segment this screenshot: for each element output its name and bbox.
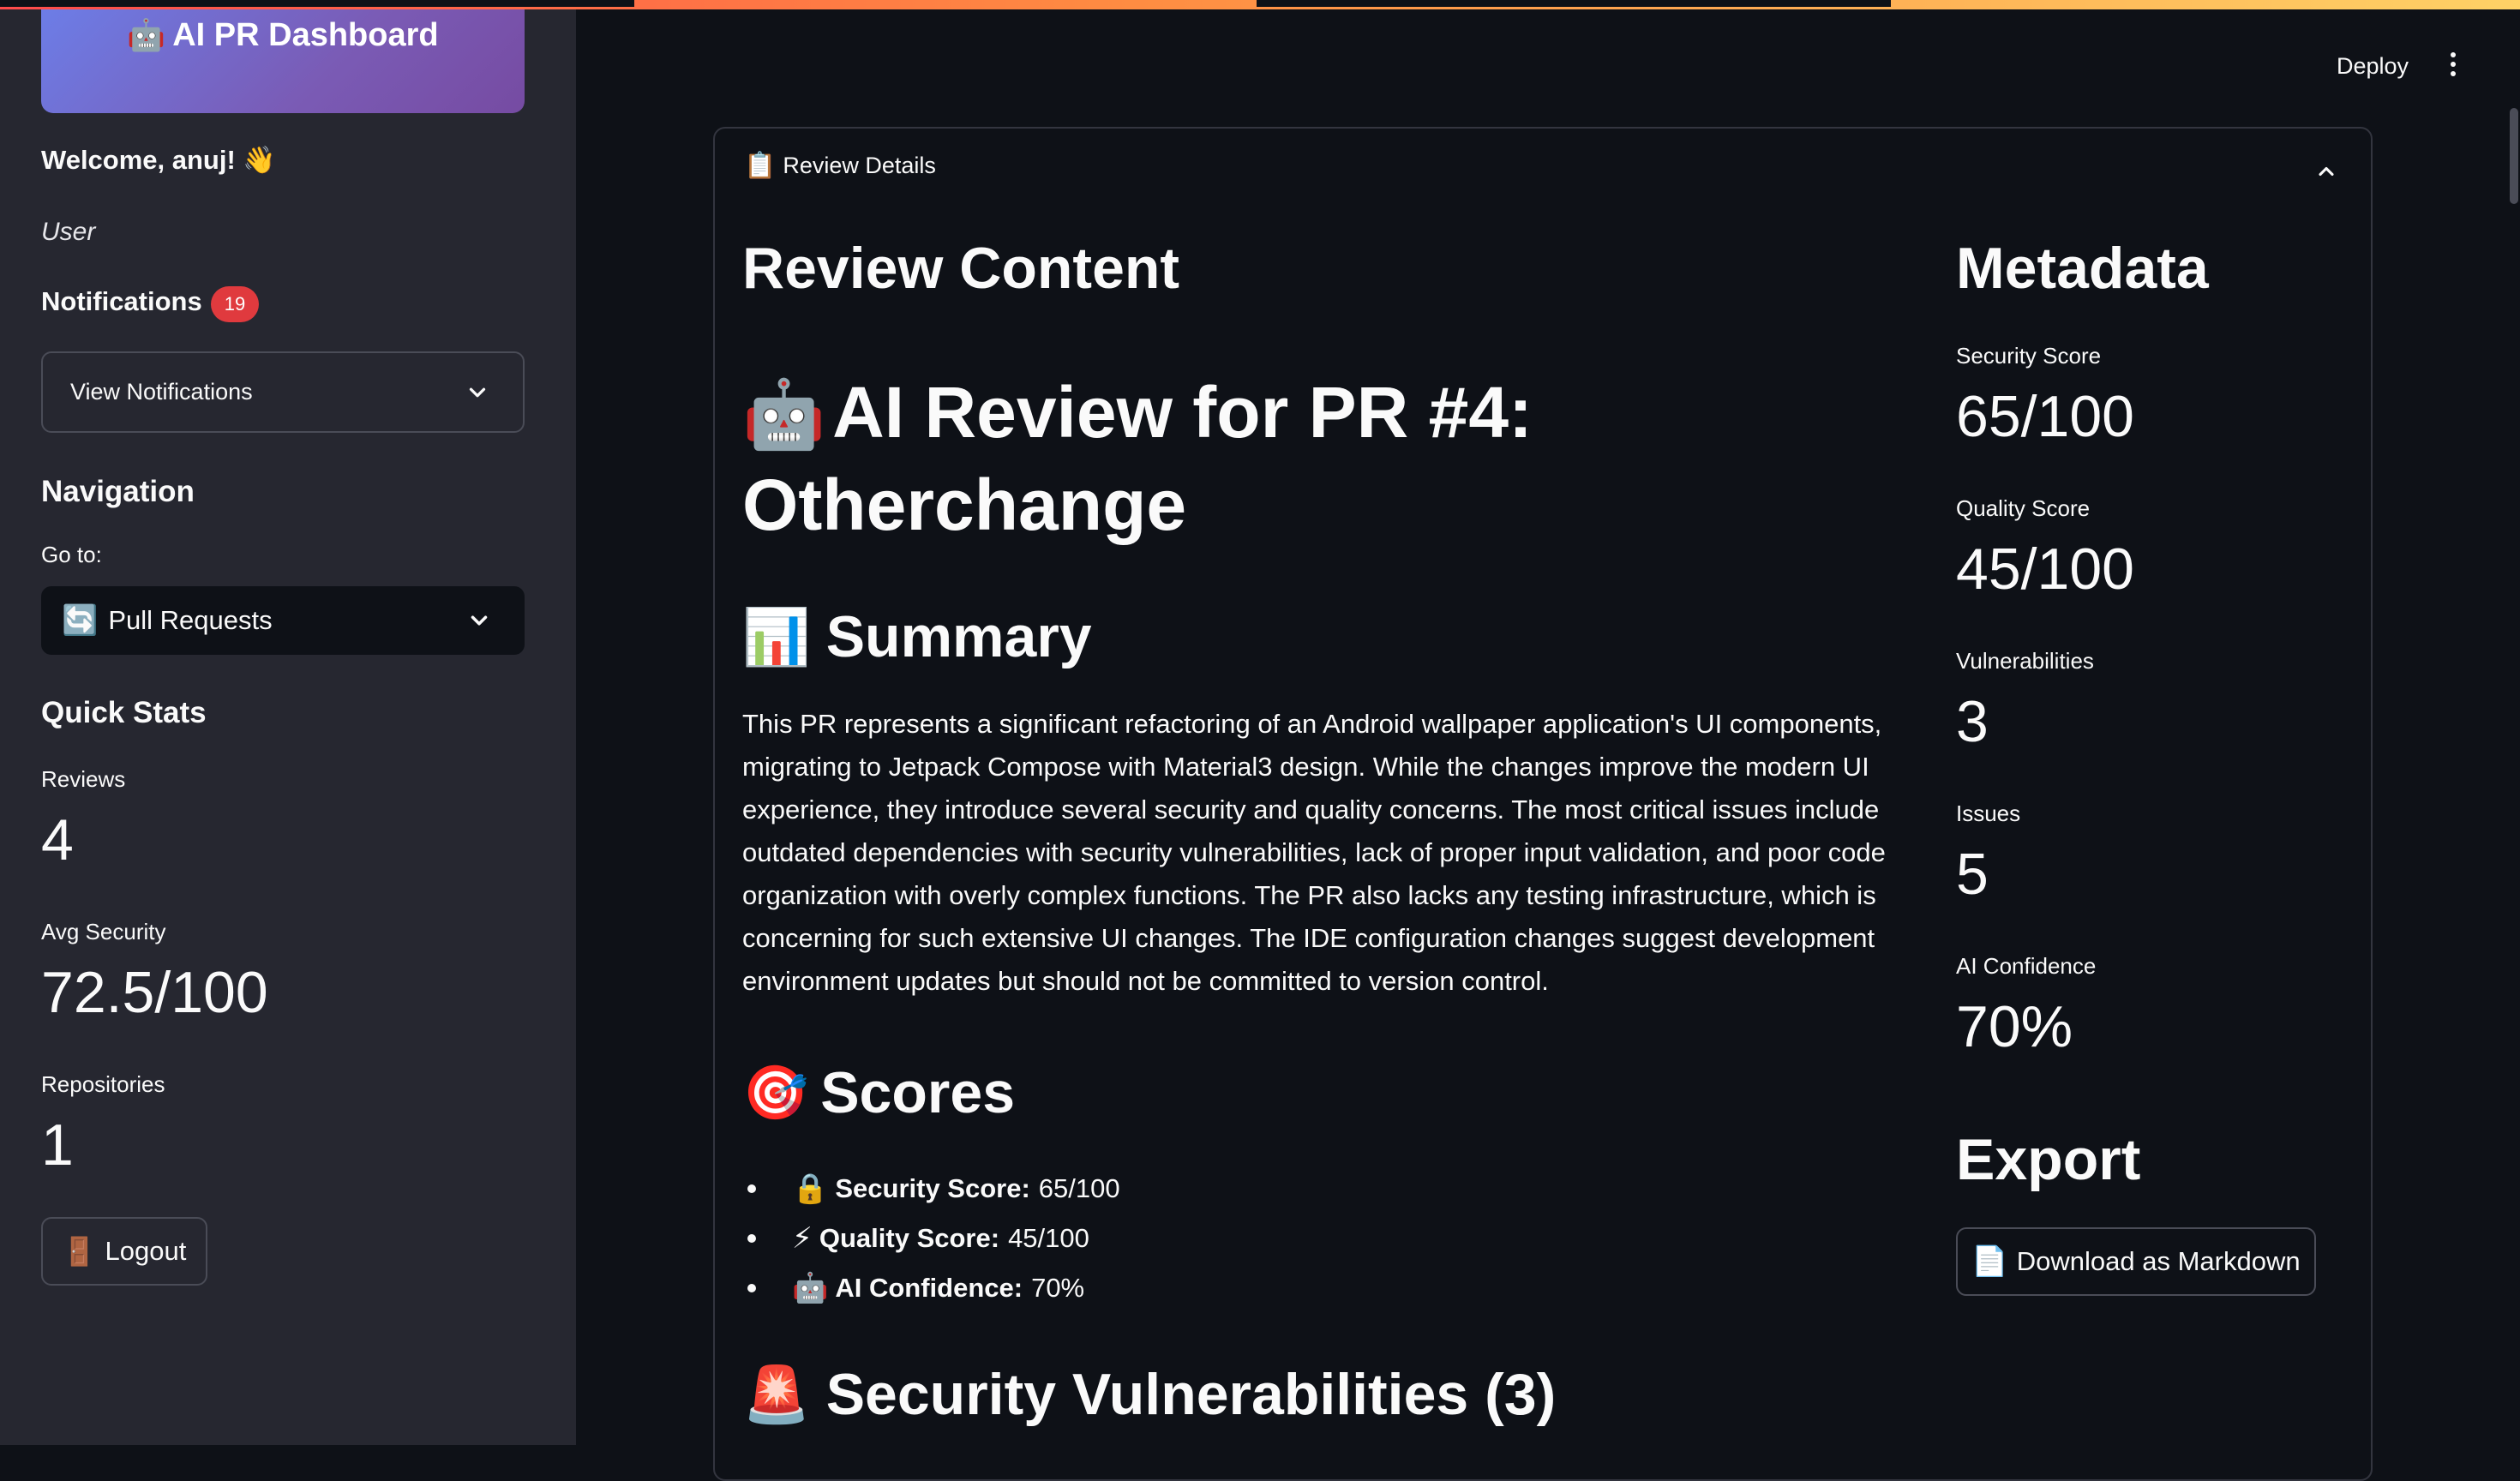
- avg-security-value: 72.5/100: [41, 960, 268, 1025]
- target-icon: 🎯: [742, 1063, 809, 1123]
- clipboard-icon: 📋: [744, 152, 777, 180]
- scrollbar[interactable]: [2510, 108, 2518, 204]
- score-value: 45/100: [1008, 1223, 1089, 1253]
- list-item: 🔒 Security Score: 65/100: [742, 1164, 1120, 1214]
- vulnerabilities-heading: 🚨 Security Vulnerabilities (3): [742, 1361, 1556, 1428]
- lightning-icon: ⚡: [792, 1222, 813, 1255]
- deploy-button[interactable]: Deploy: [2337, 53, 2409, 80]
- score-value: 70%: [1031, 1273, 1085, 1303]
- list-item: 🤖 AI Confidence: 70%: [742, 1263, 1120, 1313]
- reviews-value: 4: [41, 807, 74, 872]
- top-bar-segment: [0, 0, 634, 7]
- sidebar: 🤖 AI PR Dashboard Welcome, anuj! 👋 User N…: [0, 0, 576, 1445]
- download-label: Download as Markdown: [2016, 1246, 2301, 1276]
- logout-label: Logout: [105, 1236, 187, 1266]
- quality-score-value: 45/100: [1956, 537, 2134, 602]
- bar-chart-icon: 📊: [742, 605, 811, 668]
- page-select-value: Pull Requests: [108, 605, 273, 635]
- pr-title: AI Review for PR #4: Otherchange: [742, 372, 1533, 545]
- expander-title: Review Details: [783, 153, 936, 178]
- logout-button[interactable]: 🚪 Logout: [41, 1217, 207, 1286]
- document-icon: 📄: [1971, 1245, 2008, 1278]
- score-label: Security Score:: [835, 1173, 1030, 1203]
- download-markdown-button[interactable]: 📄 Download as Markdown: [1956, 1227, 2316, 1296]
- chevron-down-icon: [469, 387, 486, 397]
- notification-count-badge: 19: [211, 286, 259, 322]
- brand-header: 🤖 AI PR Dashboard: [41, 0, 525, 113]
- notifications-title: Notifications: [41, 286, 202, 316]
- siren-icon: 🚨: [742, 1363, 811, 1425]
- issues-value: 5: [1956, 842, 1989, 907]
- security-score-value: 65/100: [1956, 384, 2134, 449]
- scores-heading-text: Scores: [820, 1060, 1016, 1125]
- vulnerabilities-value: 3: [1956, 689, 1989, 754]
- review-content-heading: Review Content: [742, 236, 1180, 301]
- scores-heading: 🎯 Scores: [742, 1059, 1015, 1126]
- security-score-label: Security Score: [1956, 343, 2102, 369]
- summary-heading-text: Summary: [825, 604, 1092, 669]
- score-value: 65/100: [1038, 1173, 1120, 1203]
- robot-icon: 🤖: [127, 17, 166, 52]
- page-select[interactable]: 🔄 Pull Requests: [41, 586, 525, 655]
- pr-title-heading: 🤖AI Review for PR #4: Otherchange: [742, 367, 1857, 550]
- robot-icon: 🤖: [792, 1272, 829, 1304]
- ai-confidence-value: 70%: [1956, 994, 2073, 1059]
- quick-stats-title: Quick Stats: [41, 696, 207, 729]
- lock-icon: 🔒: [792, 1172, 829, 1205]
- metadata-heading: Metadata: [1956, 236, 2209, 301]
- reviews-label: Reviews: [41, 766, 126, 792]
- chevron-up-icon[interactable]: [2314, 159, 2338, 183]
- expander-header[interactable]: 📋 Review Details: [744, 151, 936, 181]
- list-item: ⚡ Quality Score: 45/100: [742, 1214, 1120, 1263]
- ai-confidence-label: AI Confidence: [1956, 953, 2097, 979]
- score-label: AI Confidence:: [835, 1273, 1023, 1303]
- navigation-title: Navigation: [41, 475, 195, 508]
- scores-list: 🔒 Security Score: 65/100 ⚡ Quality Score: 45…: [742, 1164, 1120, 1313]
- robot-icon: 🤖: [742, 376, 826, 452]
- quality-score-label: Quality Score: [1956, 495, 2091, 521]
- refresh-icon: 🔄: [62, 604, 99, 637]
- goto-label: Go to:: [41, 542, 102, 567]
- user-role: User: [41, 218, 96, 246]
- vulnerabilities-heading-text: Security Vulnerabilities (3): [825, 1362, 1557, 1427]
- notifications-select-value: View Notifications: [70, 379, 253, 405]
- repositories-label: Repositories: [41, 1071, 165, 1097]
- summary-heading: 📊 Summary: [742, 603, 1092, 670]
- issues-label: Issues: [1956, 800, 2021, 826]
- top-bar-segment: [1257, 0, 1891, 7]
- summary-paragraph: This PR represents a significant refacto…: [742, 709, 1886, 996]
- notifications-select[interactable]: View Notifications: [41, 351, 525, 433]
- score-label: Quality Score:: [819, 1223, 1000, 1253]
- repositories-value: 1: [41, 1112, 74, 1178]
- avg-security-label: Avg Security: [41, 919, 166, 944]
- chevron-down-icon: [471, 615, 488, 626]
- welcome-text: Welcome, anuj! 👋: [41, 145, 277, 175]
- export-heading: Export: [1956, 1127, 2141, 1192]
- door-icon: 🚪: [62, 1236, 97, 1267]
- brand-title: AI PR Dashboard: [172, 17, 439, 53]
- vulnerabilities-label: Vulnerabilities: [1956, 648, 2094, 674]
- main-menu-icon[interactable]: [2445, 50, 2462, 84]
